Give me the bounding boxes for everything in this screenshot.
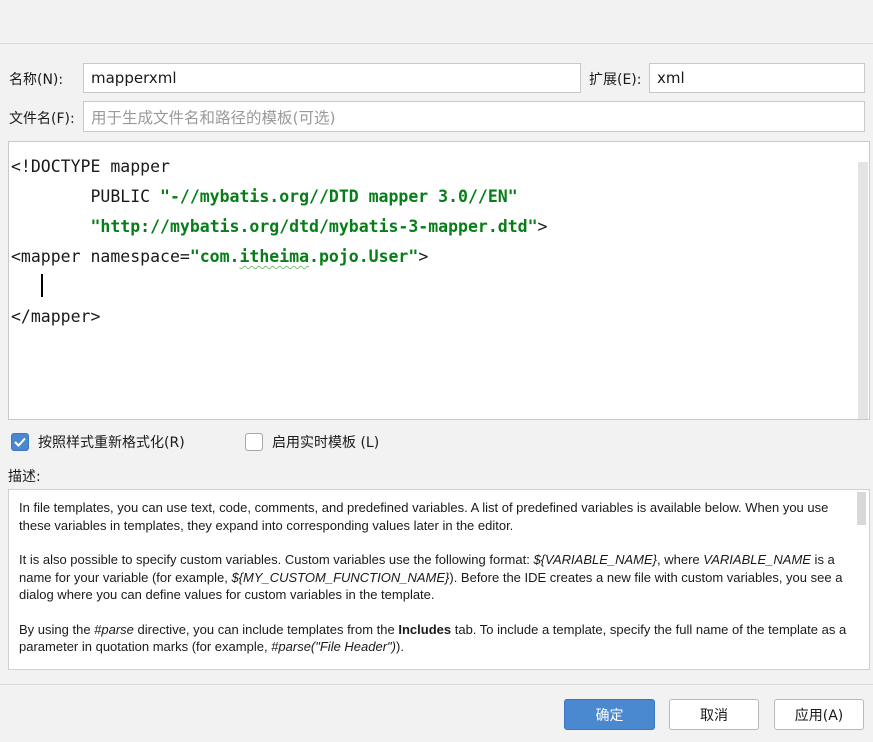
description-run: By using the: [19, 621, 95, 637]
cancel-button[interactable]: 取消: [669, 699, 759, 730]
editor-scrollbar[interactable]: [858, 162, 868, 419]
reformat-checkbox[interactable]: [11, 433, 29, 451]
description-paragraph: In file templates, you can use text, cod…: [19, 499, 847, 534]
description-run: In file templates, you can use text, cod…: [19, 500, 829, 533]
code-token: PUBLIC: [11, 187, 161, 206]
text-cursor: [40, 274, 43, 297]
string-literal: "-//mybatis.org//DTD mapper 3.0//EN": [160, 187, 518, 206]
scrolled-text-remnant: [317, 141, 323, 142]
apply-button[interactable]: 应用(A): [774, 699, 864, 730]
string-literal: .pojo.User": [309, 247, 419, 266]
name-label: 名称(N):: [9, 72, 64, 88]
extension-input[interactable]: xml: [649, 63, 865, 93]
reformat-option[interactable]: 按照样式重新格式化(R): [11, 432, 185, 452]
code-line: PUBLIC "-//mybatis.org//DTD mapper 3.0//…: [11, 182, 547, 212]
description-run: ).: [396, 639, 404, 654]
emphasis-text: Includes: [398, 621, 452, 637]
code-line: [11, 272, 547, 302]
description-paragraph: It is also possible to specify custom va…: [19, 551, 847, 604]
extension-label: 扩展(E):: [589, 72, 642, 88]
code-line: <mapper namespace="com.itheima.pojo.User…: [11, 242, 547, 272]
description-run: directive, you can include templates fro…: [133, 621, 399, 637]
variable-syntax: ${VARIABLE_NAME}: [533, 552, 658, 567]
top-separator: [0, 43, 873, 44]
template-code-editor[interactable]: <!DOCTYPE mapper PUBLIC "-//mybatis.org/…: [8, 141, 870, 420]
description-scrollbar[interactable]: [857, 492, 866, 525]
live-template-option[interactable]: 启用实时模板 (L): [245, 432, 379, 452]
description-text: In file templates, you can use text, cod…: [19, 499, 847, 669]
bottom-separator: [0, 684, 873, 685]
name-input[interactable]: mapperxml: [83, 63, 581, 93]
variable-syntax: ${MY_CUSTOM_FUNCTION_NAME}: [231, 569, 450, 585]
live-template-label: 启用实时模板 (L): [272, 435, 380, 451]
code-token: <!DOCTYPE mapper: [11, 157, 170, 176]
description-label: 描述:: [8, 469, 41, 485]
variable-syntax: VARIABLE_NAME: [703, 552, 811, 567]
string-literal: "com.: [189, 247, 240, 266]
filename-label: 文件名(F):: [9, 111, 75, 127]
code-token: >: [418, 247, 429, 266]
code-token: <mapper namespace=: [11, 247, 190, 266]
code-line: "http://mybatis.org/dtd/mybatis-3-mapper…: [11, 212, 547, 242]
string-literal: "http://mybatis.org/dtd/mybatis-3-mapper…: [90, 217, 538, 236]
description-run: It is also possible to specify custom va…: [19, 552, 534, 567]
reformat-label: 按照样式重新格式化(R): [38, 435, 185, 451]
description-panel: In file templates, you can use text, cod…: [8, 489, 870, 670]
code-content: <!DOCTYPE mapper PUBLIC "-//mybatis.org/…: [11, 152, 547, 332]
code-line: <!DOCTYPE mapper: [11, 152, 547, 182]
description-paragraph: By using the #parse directive, you can i…: [19, 621, 847, 656]
string-literal: itheima: [239, 247, 310, 266]
checkmark-icon: [14, 437, 26, 447]
code-token: </mapper>: [11, 307, 101, 326]
code-line: </mapper>: [11, 302, 547, 332]
ok-button[interactable]: 确定: [564, 699, 655, 730]
live-template-checkbox[interactable]: [245, 433, 263, 451]
filename-input[interactable]: 用于生成文件名和路径的模板(可选): [83, 101, 865, 132]
description-run: , where: [657, 552, 704, 567]
variable-syntax: #parse("File Header"): [271, 639, 397, 654]
variable-syntax: #parse: [94, 621, 134, 637]
code-token: >: [537, 217, 548, 236]
